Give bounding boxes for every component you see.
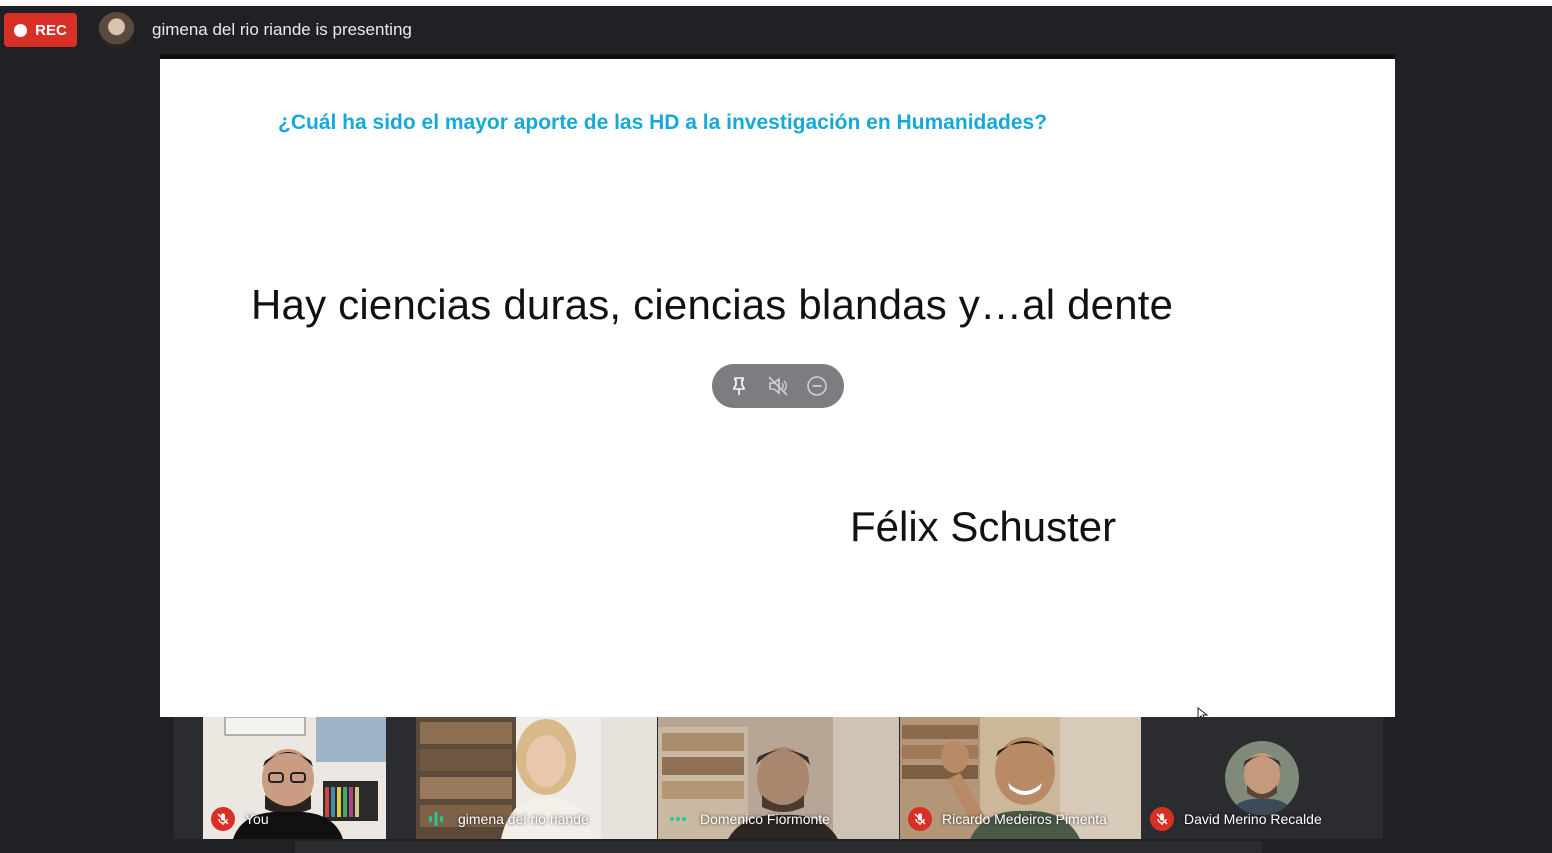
pin-icon (733, 377, 746, 395)
participant-avatar (1225, 741, 1299, 815)
slide-question: ¿Cuál ha sido el mayor aporte de las HD … (278, 111, 1048, 134)
presentation-hover-controls (712, 364, 844, 408)
participant-tile-ricardo[interactable]: Ricardo Medeiros Pimenta (900, 717, 1141, 839)
participant-name: Ricardo Medeiros Pimenta (942, 811, 1107, 827)
mic-off-icon (914, 813, 926, 825)
participant-tile-domenico[interactable]: Domenico Fiormonte (658, 717, 899, 839)
top-strip (0, 0, 1552, 6)
remove-icon (806, 376, 827, 396)
audio-wave-icon (429, 812, 443, 826)
speaking-indicator (424, 807, 448, 831)
participant-name: You (245, 811, 269, 827)
remove-button[interactable] (803, 372, 831, 400)
participant-name: gimena del rio riande (458, 811, 589, 827)
mic-off-icon (217, 813, 229, 825)
slide-author: Félix Schuster (850, 503, 1117, 550)
presenter-status: gimena del rio riande is presenting (152, 20, 412, 39)
participant-name: David Merino Recalde (1184, 811, 1322, 827)
participant-tile-you[interactable]: You (203, 717, 386, 839)
mic-muted-indicator (1150, 807, 1174, 831)
record-dot-icon (14, 23, 28, 37)
presentation-slide: ¿Cuál ha sido el mayor aporte de las HD … (160, 59, 1395, 717)
slide-quote: Hay ciencias duras, ciencias blandas y…a… (251, 281, 1174, 328)
mic-off-icon (1156, 813, 1168, 825)
pin-button[interactable] (725, 372, 753, 400)
bottom-bar (295, 841, 1262, 853)
mute-icon (768, 376, 788, 396)
recording-label: REC (35, 21, 67, 39)
presenter-avatar (98, 12, 135, 49)
recording-badge: REC (4, 13, 77, 47)
mic-muted-indicator (211, 807, 235, 831)
mute-button[interactable] (764, 372, 792, 400)
mic-muted-indicator (908, 807, 932, 831)
participant-tile-gimena[interactable]: gimena del rio riande (416, 717, 657, 839)
participant-name: Domenico Fiormonte (700, 811, 830, 827)
participant-tile-david[interactable]: David Merino Recalde (1142, 717, 1383, 839)
audio-dots-icon (670, 817, 686, 821)
participant-filmstrip: You gimena del rio riande Domenico Fiorm… (174, 717, 1383, 839)
audio-indicator (666, 807, 690, 831)
